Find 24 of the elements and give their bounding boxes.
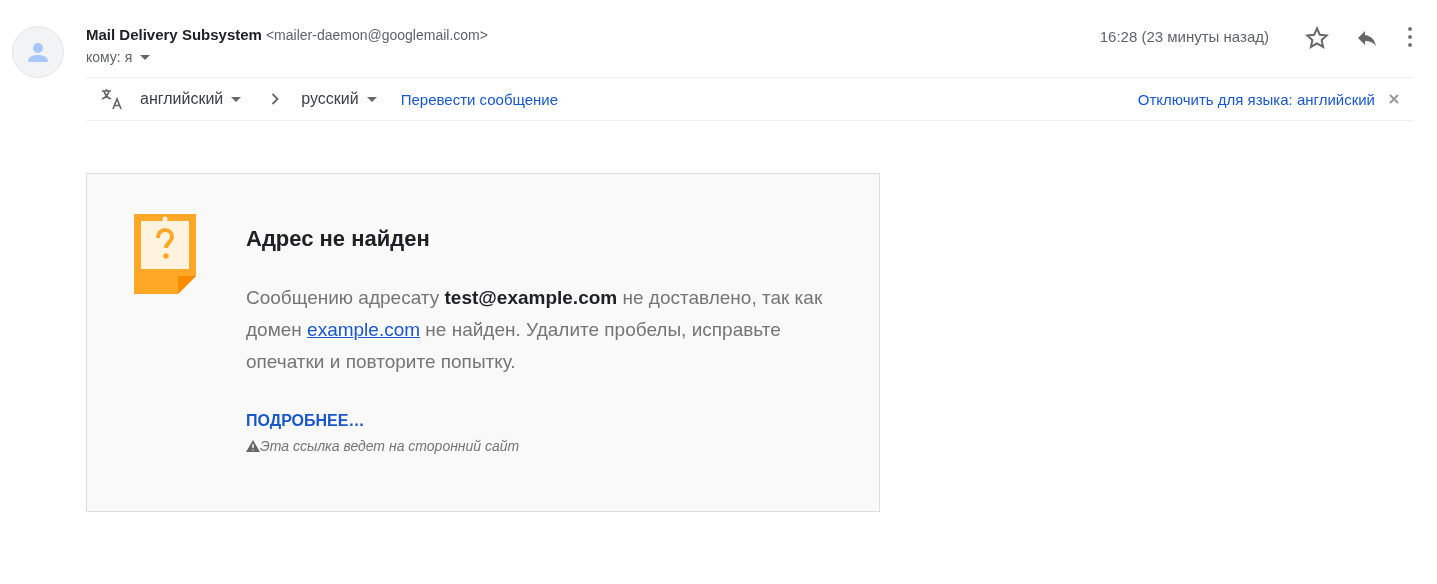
- domain-link[interactable]: example.com: [307, 319, 421, 340]
- caret-icon: [231, 96, 242, 102]
- timestamp: 16:28 (23 минуты назад): [1099, 28, 1269, 45]
- star-icon[interactable]: [1305, 26, 1329, 50]
- more-options-icon[interactable]: [1407, 26, 1413, 48]
- notice-title: Адрес не найден: [246, 226, 431, 252]
- warning-text: Эта ссылка ведет на сторонний сайт: [260, 438, 520, 454]
- chevron-right-icon: [271, 93, 280, 105]
- recipient-label: кому: я: [86, 49, 133, 65]
- warning-icon: [246, 440, 260, 452]
- caret-icon: [366, 96, 377, 102]
- target-language-dropdown[interactable]: русский: [301, 90, 377, 108]
- more-link[interactable]: ПОДРОБНЕЕ…: [246, 412, 846, 430]
- caret-icon: [140, 54, 151, 60]
- disable-translation-link[interactable]: Отключить для языка: английский: [1137, 90, 1375, 108]
- question-note-icon: [134, 214, 196, 294]
- sender-email: <mailer-daemon@googlemail.com>: [265, 26, 488, 43]
- source-language-dropdown[interactable]: английский: [140, 90, 242, 108]
- close-icon[interactable]: [1389, 94, 1399, 104]
- notice-message: Сообщению адресату test@example.com не доставлено, так как домен example.com не найден. Удалите пробелы, исправьте опечатки и повторите попытку.: [246, 286, 824, 374]
- person-icon: [26, 40, 50, 64]
- translate-message-link[interactable]: Перевести сообщение: [400, 90, 559, 108]
- sender-name: Mail Delivery Subsystem: [86, 26, 262, 43]
- translate-icon: [100, 87, 124, 111]
